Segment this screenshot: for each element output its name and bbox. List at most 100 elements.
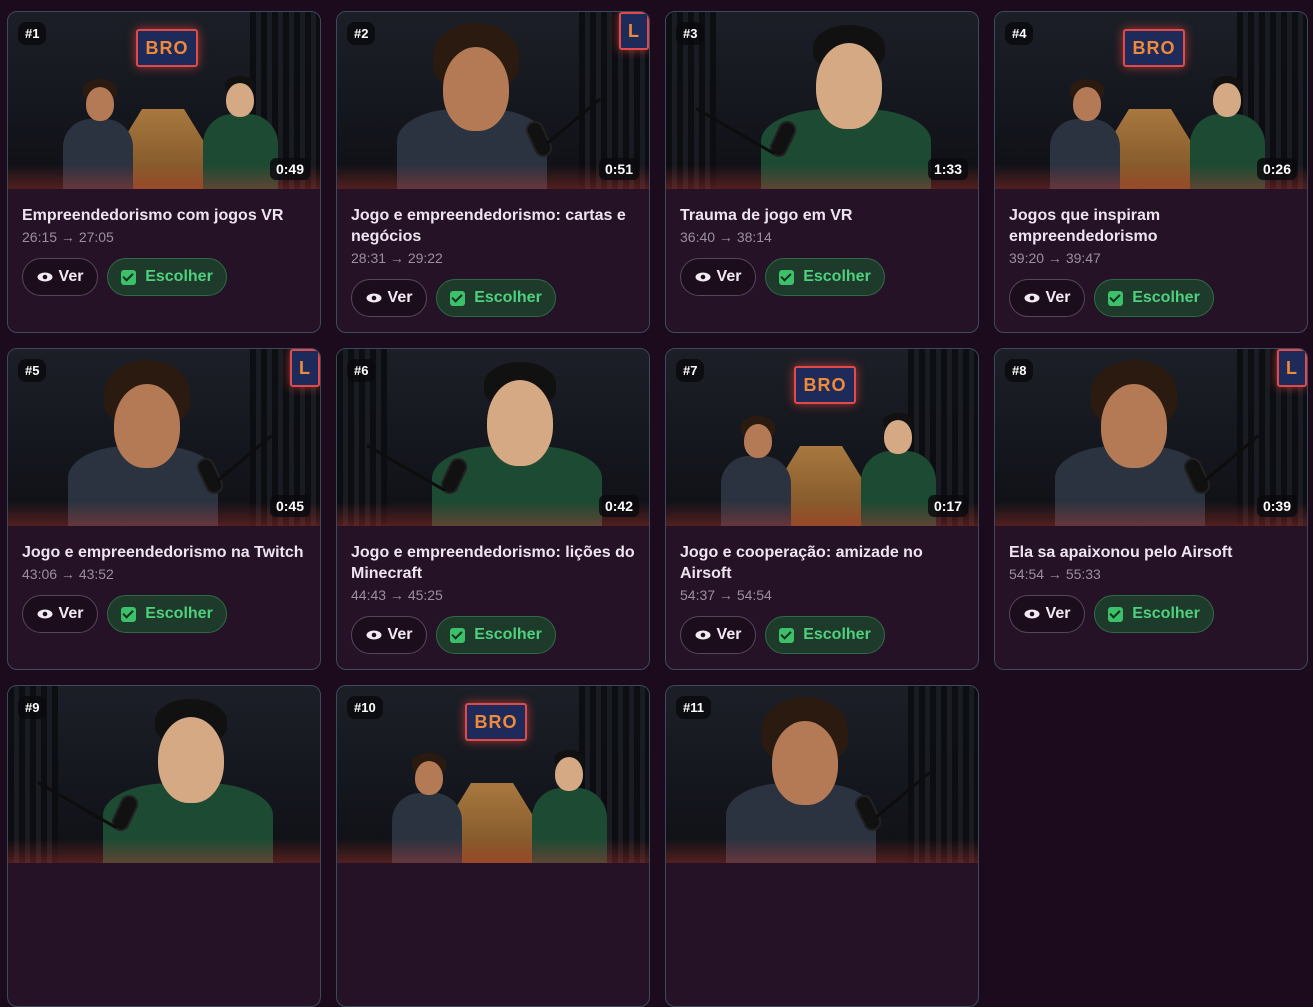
clip-thumbnail[interactable]: #11	[666, 686, 978, 863]
clip-number-badge: #4	[1005, 22, 1034, 45]
clip-timerange: 39:20 → 39:47	[1009, 250, 1101, 266]
clip-info: Ela sa apaixonou pelo Airsoft 54:54 → 55…	[995, 526, 1307, 633]
clip-thumbnail[interactable]: BRO #7 0:17	[666, 349, 978, 526]
clip-number-badge: #10	[347, 696, 383, 719]
eye-icon	[1024, 293, 1040, 303]
clip-number-badge: #2	[347, 22, 376, 45]
duration-badge: 1:33	[927, 158, 968, 180]
eye-icon	[366, 293, 382, 303]
clip-thumbnail[interactable]: L #5 0:45	[8, 349, 320, 526]
clip-actions: Ver Escolher	[22, 595, 306, 633]
clip-title: Ela sa apaixonou pelo Airsoft	[1009, 544, 1233, 561]
clip-card: #6 0:42 Jogo e empreendedorismo: lições …	[336, 348, 650, 670]
view-label: Ver	[58, 268, 84, 285]
clip-card: #9	[7, 685, 321, 1007]
clip-thumbnail[interactable]: L #2 0:51	[337, 12, 649, 189]
choose-label: Escolher	[1132, 289, 1200, 306]
clip-title: Jogo e empreendedorismo: lições do Minec…	[351, 544, 635, 582]
choose-button[interactable]: Escolher	[107, 595, 227, 633]
guest	[397, 19, 547, 189]
clip-number-badge: #1	[18, 22, 47, 45]
choose-label: Escolher	[474, 289, 542, 306]
view-label: Ver	[58, 605, 84, 622]
eye-icon	[695, 630, 711, 640]
view-label: Ver	[716, 268, 742, 285]
clip-thumbnail[interactable]: #3 1:33	[666, 12, 978, 189]
clip-title: Empreendedorismo com jogos VR	[22, 207, 284, 224]
choose-button[interactable]: Escolher	[765, 616, 885, 654]
choose-button[interactable]: Escolher	[765, 258, 885, 296]
clip-timerange: 36:40 → 38:14	[680, 229, 772, 245]
duration-badge: 0:49	[269, 158, 310, 180]
checkbox-icon	[450, 627, 466, 643]
clip-timerange: 28:31 → 29:22	[351, 250, 443, 266]
view-button[interactable]: Ver	[22, 258, 98, 296]
clip-card: BRO #10	[336, 685, 650, 1007]
duration-badge: 0:51	[598, 158, 639, 180]
eye-icon	[37, 609, 53, 619]
duration-badge: 0:45	[269, 495, 310, 517]
clip-timerange: 26:15 → 27:05	[22, 229, 114, 245]
clip-card: L #5 0:45 Jogo e empreendedorismo na Twi…	[7, 348, 321, 670]
clip-number-badge: #5	[18, 359, 47, 382]
choose-button[interactable]: Escolher	[107, 258, 227, 296]
clip-number-badge: #3	[676, 22, 705, 45]
clip-thumbnail[interactable]: BRO #10	[337, 686, 649, 863]
duration-badge: 0:26	[1256, 158, 1297, 180]
guest	[726, 693, 876, 863]
clip-thumbnail[interactable]: #9	[8, 686, 320, 863]
view-button[interactable]: Ver	[1009, 279, 1085, 317]
view-button[interactable]: Ver	[351, 279, 427, 317]
clip-thumbnail[interactable]: BRO #4 0:26	[995, 12, 1307, 189]
clip-timerange: 54:37 → 54:54	[680, 587, 772, 603]
guest	[761, 19, 931, 189]
clip-thumbnail[interactable]: L #8 0:39	[995, 349, 1307, 526]
clip-actions: Ver Escolher	[1009, 279, 1293, 317]
eye-icon	[695, 272, 711, 282]
clip-title: Jogos que inspiram empreendedorismo	[1009, 207, 1161, 245]
clip-number-badge: #7	[676, 359, 705, 382]
choose-button[interactable]: Escolher	[436, 616, 556, 654]
checkbox-icon	[779, 627, 795, 643]
clip-card: #11	[665, 685, 979, 1007]
duration-badge: 0:39	[1256, 495, 1297, 517]
eye-icon	[366, 630, 382, 640]
neon-sign: BRO	[465, 703, 527, 741]
clip-info: Jogo e empreendedorismo: cartas e negóci…	[337, 189, 649, 317]
clip-card: L #2 0:51 Jogo e empreendedorismo: carta…	[336, 11, 650, 333]
clip-card: BRO #4 0:26 Jogos que inspiram empreende…	[994, 11, 1308, 333]
neon-sign: L	[290, 349, 320, 387]
checkbox-icon	[450, 290, 466, 306]
guest	[1055, 356, 1205, 526]
view-button[interactable]: Ver	[22, 595, 98, 633]
view-label: Ver	[1045, 605, 1071, 622]
neon-sign: BRO	[1123, 29, 1185, 67]
curtain	[908, 686, 978, 863]
clip-info: Jogos que inspiram empreendedorismo 39:2…	[995, 189, 1307, 317]
clip-timerange: 43:06 → 43:52	[22, 566, 114, 582]
neon-sign: L	[619, 12, 649, 50]
clip-number-badge: #8	[1005, 359, 1034, 382]
choose-label: Escolher	[803, 268, 871, 285]
view-button[interactable]: Ver	[680, 258, 756, 296]
clip-actions: Ver Escolher	[351, 279, 635, 317]
choose-button[interactable]: Escolher	[436, 279, 556, 317]
view-button[interactable]: Ver	[351, 616, 427, 654]
clip-thumbnail[interactable]: #6 0:42	[337, 349, 649, 526]
guest	[68, 356, 218, 526]
choose-button[interactable]: Escolher	[1094, 279, 1214, 317]
duration-badge: 0:17	[927, 495, 968, 517]
view-button[interactable]: Ver	[1009, 595, 1085, 633]
view-label: Ver	[1045, 289, 1071, 306]
clip-actions: Ver Escolher	[1009, 595, 1293, 633]
choose-button[interactable]: Escolher	[1094, 595, 1214, 633]
clip-info: Trauma de jogo em VR 36:40 → 38:14 Ver E…	[666, 189, 978, 296]
clip-thumbnail[interactable]: BRO #1 0:49	[8, 12, 320, 189]
choose-label: Escolher	[474, 626, 542, 643]
clip-actions: Ver Escolher	[351, 616, 635, 654]
view-button[interactable]: Ver	[680, 616, 756, 654]
clip-info: Empreendedorismo com jogos VR 26:15 → 27…	[8, 189, 320, 296]
clip-card: L #8 0:39 Ela sa apaixonou pelo Airsoft …	[994, 348, 1308, 670]
clip-title: Jogo e empreendedorismo na Twitch	[22, 544, 304, 561]
choose-label: Escolher	[803, 626, 871, 643]
